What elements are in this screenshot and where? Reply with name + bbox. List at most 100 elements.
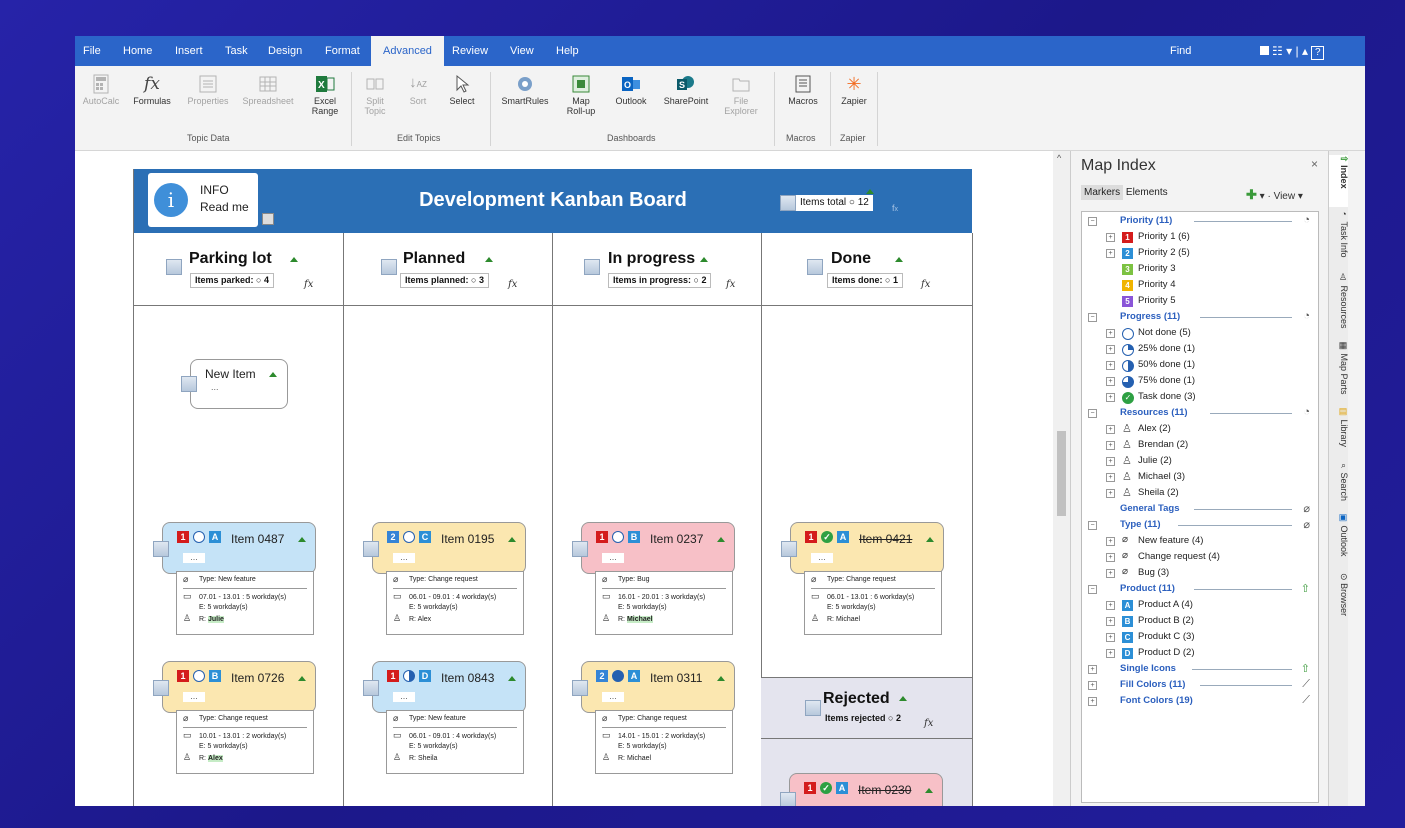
collapse-box-icon[interactable]: − xyxy=(1088,217,1097,226)
expand-box-icon[interactable]: + xyxy=(1106,473,1115,482)
mindmap-icon[interactable]: ☷ ▾ xyxy=(1272,44,1292,58)
expand-box-icon[interactable]: + xyxy=(1106,537,1115,546)
spreadsheet-button[interactable]: Spreadsheet xyxy=(239,74,297,106)
expand-box-icon[interactable]: + xyxy=(1088,665,1097,674)
collapse-icon[interactable] xyxy=(866,189,874,194)
tree-item-brendan[interactable]: + ♙ Brendan (2) xyxy=(1082,438,1318,453)
tree-item-bug[interactable]: + ⌀ Bug (3) xyxy=(1082,566,1318,581)
collapse-box-icon[interactable]: − xyxy=(1088,585,1097,594)
new-item-card[interactable]: New Item ... xyxy=(181,359,288,409)
menu-task[interactable]: Task xyxy=(225,36,248,66)
collapse-icon[interactable] xyxy=(508,676,516,681)
outlook-button[interactable]: O Outlook xyxy=(609,74,653,106)
tree-group-progress[interactable]: − Progress (11) ◔ xyxy=(1082,310,1318,325)
tree-item-product-a[interactable]: + A Product A (4) xyxy=(1082,598,1318,613)
smartrules-button[interactable]: SmartRules xyxy=(497,74,553,106)
tree-item-michael[interactable]: + ♙ Michael (3) xyxy=(1082,470,1318,485)
expand-box-icon[interactable]: + xyxy=(1088,697,1097,706)
tree-item-julie[interactable]: + ♙ Julie (2) xyxy=(1082,454,1318,469)
tree-item-change-request[interactable]: + ⌀ Change request (4) xyxy=(1082,550,1318,565)
expand-box-icon[interactable]: + xyxy=(1106,361,1115,370)
map-canvas[interactable]: i INFO Read me Development Kanban Board … xyxy=(75,151,1070,806)
tree-item-sheila[interactable]: + ♙ Sheila (2) xyxy=(1082,486,1318,501)
expand-box-icon[interactable]: + xyxy=(1106,633,1115,642)
tree-item-priority-1[interactable]: + 1 Priority 1 (6) xyxy=(1082,230,1318,245)
tree-group-fill-colors[interactable]: + Fill Colors (11) ⟋ xyxy=(1082,678,1318,693)
tree-item-priority-3[interactable]: 3 Priority 3 xyxy=(1082,262,1318,277)
collapse-icon[interactable] xyxy=(298,676,306,681)
expand-box-icon[interactable]: + xyxy=(1106,425,1115,434)
tab-elements[interactable]: Elements xyxy=(1126,187,1168,198)
rejected-header[interactable]: Rejected Items rejected ○ 2 fx xyxy=(761,678,972,739)
side-tab-task-info[interactable]: ◔ Task Info xyxy=(1329,209,1349,271)
menu-design[interactable]: Design xyxy=(268,36,302,66)
collapse-icon[interactable] xyxy=(290,257,298,262)
side-tab-resources[interactable]: ♙ Resources xyxy=(1329,273,1349,339)
tree-item-priority-2[interactable]: + 2 Priority 2 (5) xyxy=(1082,246,1318,261)
expand-box-icon[interactable]: + xyxy=(1106,441,1115,450)
tree-item-50-done[interactable]: + 50% done (1) xyxy=(1082,358,1318,373)
side-tab-index[interactable]: ⇧ Index xyxy=(1329,155,1349,207)
card-item-0487[interactable]: 1 A Item 0487 ... xyxy=(153,522,316,574)
card-item-0230[interactable]: 1 ✓ A Item 0230 xyxy=(780,773,943,806)
collapse-icon[interactable] xyxy=(508,537,516,542)
select-button[interactable]: Select xyxy=(445,74,479,106)
collapse-icon[interactable] xyxy=(926,537,934,542)
tree-group-type[interactable]: − Type (11) ⌀ xyxy=(1082,518,1318,533)
sort-button[interactable]: ↓AZ Sort xyxy=(403,74,433,106)
expand-box-icon[interactable]: + xyxy=(1106,329,1115,338)
collapse-icon[interactable] xyxy=(925,788,933,793)
collapse-box-icon[interactable]: − xyxy=(1088,313,1097,322)
tree-item-75-done[interactable]: + 75% done (1) xyxy=(1082,374,1318,389)
collapse-icon[interactable] xyxy=(485,257,493,262)
tree-item-25-done[interactable]: + 25% done (1) xyxy=(1082,342,1318,357)
tree-item-priority-4[interactable]: 4 Priority 4 xyxy=(1082,278,1318,293)
tree-group-priority[interactable]: − Priority (11) ◔ xyxy=(1082,214,1318,229)
expand-box-icon[interactable]: + xyxy=(1106,649,1115,658)
menu-insert[interactable]: Insert xyxy=(175,36,203,66)
scroll-thumb[interactable] xyxy=(1057,431,1066,516)
menu-view[interactable]: View xyxy=(510,36,534,66)
menu-advanced[interactable]: Advanced xyxy=(371,36,444,66)
expand-box-icon[interactable]: + xyxy=(1088,681,1097,690)
column-planned[interactable]: Planned Items planned: ○ 3 fx xyxy=(343,233,552,306)
tree-item-product-b[interactable]: + B Product B (2) xyxy=(1082,614,1318,629)
column-parking-lot[interactable]: Parking lot Items parked: ○ 4 fx xyxy=(134,233,343,306)
vertical-scrollbar[interactable]: ^ xyxy=(1053,151,1070,806)
expand-box-icon[interactable]: + xyxy=(1106,249,1115,258)
collapse-box-icon[interactable]: − xyxy=(1088,521,1097,530)
side-tab-search[interactable]: ⌕ Search xyxy=(1329,461,1349,511)
zapier-button[interactable]: ✳ Zapier xyxy=(835,74,873,106)
expand-box-icon[interactable]: + xyxy=(1106,457,1115,466)
tree-item-not-done[interactable]: + Not done (5) xyxy=(1082,326,1318,341)
tree-item-priority-5[interactable]: 5 Priority 5 xyxy=(1082,294,1318,309)
tree-item-new-feature[interactable]: + ⌀ New feature (4) xyxy=(1082,534,1318,549)
excel-range-button[interactable]: X Excel Range xyxy=(305,74,345,116)
collapse-icon[interactable] xyxy=(269,372,277,377)
menu-help[interactable]: Help xyxy=(556,36,579,66)
collapse-icon[interactable] xyxy=(700,257,708,262)
card-item-0311[interactable]: 2 A Item 0311 ... xyxy=(572,661,735,713)
find-box[interactable]: Find xyxy=(1170,36,1191,66)
split-topic-button[interactable]: Split Topic xyxy=(357,74,393,116)
expand-box-icon[interactable]: + xyxy=(1106,393,1115,402)
collapse-icon[interactable] xyxy=(717,537,725,542)
sharepoint-button[interactable]: S SharePoint xyxy=(659,74,713,106)
formulas-button[interactable]: fx Formulas xyxy=(129,74,175,106)
tree-item-task-done[interactable]: + ✓ Task done (3) xyxy=(1082,390,1318,405)
expand-box-icon[interactable]: + xyxy=(1106,553,1115,562)
card-item-0195[interactable]: 2 C Item 0195 ... xyxy=(363,522,526,574)
card-item-0421[interactable]: 1 ✓ A Item 0421 ... xyxy=(781,522,944,574)
file-explorer-button[interactable]: File Explorer xyxy=(721,74,761,116)
tree-group-product[interactable]: − Product (11) ⇧ xyxy=(1082,582,1318,597)
card-item-0237[interactable]: 1 B Item 0237 ... xyxy=(572,522,735,574)
side-tab-outlook[interactable]: ▣ Outlook xyxy=(1329,513,1349,571)
tab-markers[interactable]: Markers xyxy=(1081,185,1124,200)
expand-box-icon[interactable]: + xyxy=(1106,489,1115,498)
menu-file[interactable]: File xyxy=(83,36,101,66)
note-icon[interactable] xyxy=(262,213,274,225)
view-menu[interactable]: ✚ ▾ · View ▾ xyxy=(1246,187,1303,203)
column-done[interactable]: Done Items done: ○ 1 fx xyxy=(761,233,972,306)
scroll-up-icon[interactable]: ^ xyxy=(1057,153,1061,163)
expand-box-icon[interactable]: + xyxy=(1106,233,1115,242)
